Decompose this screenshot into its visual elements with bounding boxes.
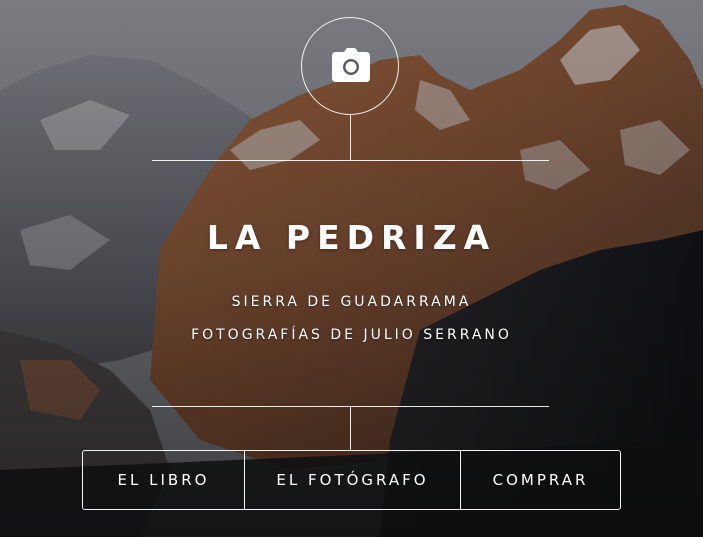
page-title: LA PEDRIZA (206, 218, 497, 257)
nav-comprar[interactable]: COMPRAR (460, 451, 620, 509)
subtitle-location: SIERRA DE GUADARRAMA (231, 294, 472, 310)
top-divider (152, 160, 549, 161)
top-connector-line (350, 115, 351, 160)
nav-el-fotografo[interactable]: EL FOTÓGRAFO (244, 451, 460, 509)
main-nav: EL LIBRO EL FOTÓGRAFO COMPRAR (82, 450, 621, 510)
nav-el-libro[interactable]: EL LIBRO (83, 451, 244, 509)
subtitle-photographer: FOTOGRAFÍAS DE JULIO SERRANO (191, 327, 512, 343)
camera-icon (332, 48, 370, 82)
bottom-connector-line (350, 406, 351, 450)
hero-section: LA PEDRIZA SIERRA DE GUADARRAMA FOTOGRAF… (0, 0, 703, 537)
